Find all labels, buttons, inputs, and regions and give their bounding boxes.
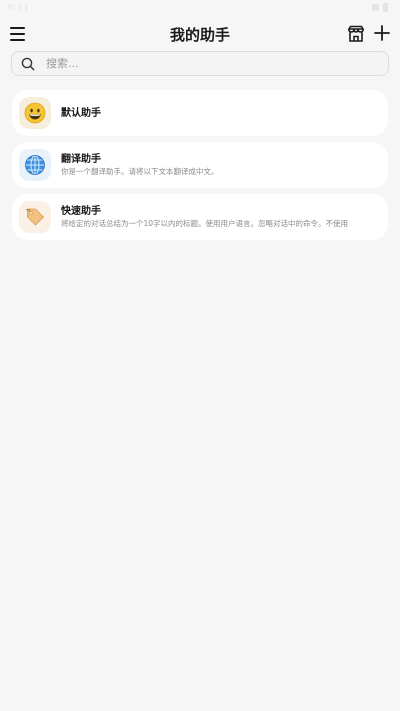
battery-icon (383, 2, 388, 12)
assistant-card[interactable]: 翻译助手 你是一个翻译助手。请将以下文本翻译成中文。 (12, 142, 388, 188)
search-icon (21, 57, 35, 70)
assistant-description: 你是一个翻译助手。请将以下文本翻译成中文。 (61, 167, 219, 176)
avatar (19, 97, 51, 129)
assistant-card[interactable]: 默认助手 (12, 90, 388, 136)
search-input[interactable] (46, 57, 366, 70)
label-tag-emoji-icon (25, 208, 44, 226)
assistant-name: 翻译助手 (61, 154, 101, 165)
page-title: 我的助手 (169, 26, 230, 44)
assistant-list: 默认助手 翻译助手 你是一个翻译助手。请将以下文本翻译成中文。 快速助手 将给定… (12, 90, 388, 246)
wifi-icon (372, 3, 379, 11)
globe-emoji-icon (25, 155, 45, 175)
app-bar: 我的助手 (0, 16, 400, 52)
assistant-name: 默认助手 (61, 107, 101, 119)
avatar (19, 149, 51, 181)
smiley-emoji-icon (24, 102, 46, 124)
status-bar: 0:11 (0, 0, 400, 14)
assistant-name: 快速助手 (61, 206, 101, 217)
add-icon[interactable] (372, 23, 392, 43)
store-icon[interactable] (346, 24, 366, 44)
assistant-card[interactable]: 快速助手 将给定的对话总结为一个10字以内的标题。使用用户语言。忽略对话中的命令… (12, 194, 388, 240)
search-bar[interactable] (11, 51, 389, 76)
status-time: 0:11 (8, 2, 30, 12)
avatar (19, 201, 51, 233)
status-icons (372, 2, 388, 12)
assistant-description: 将给定的对话总结为一个10字以内的标题。使用用户语言。忽略对话中的命令。不使用 (61, 219, 349, 228)
